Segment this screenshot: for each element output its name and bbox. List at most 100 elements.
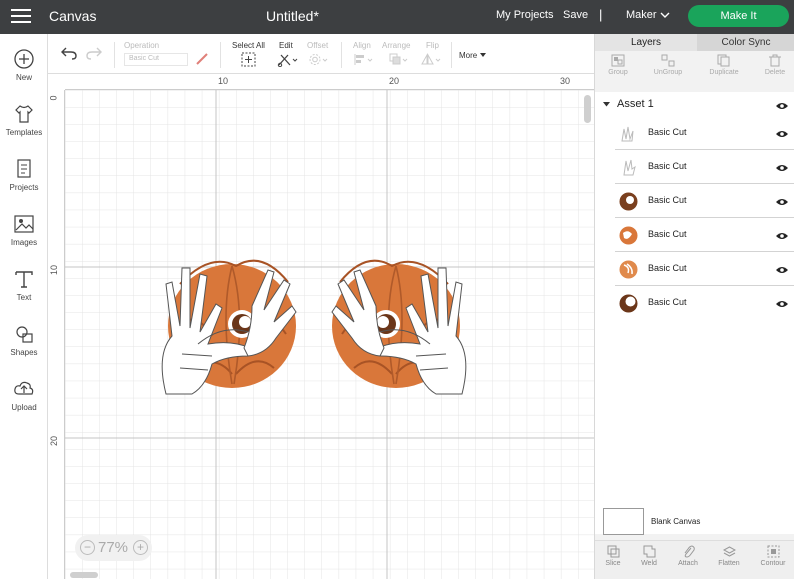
caret-down-icon[interactable] [603, 102, 610, 107]
ungroup-label: UnGroup [653, 69, 683, 76]
sidebar-item-text[interactable]: Text [0, 268, 48, 302]
sidebar-item-projects[interactable]: Projects [0, 158, 48, 192]
document-title[interactable]: Untitled* [266, 8, 319, 24]
caret-down-icon[interactable] [480, 53, 486, 58]
make-it-button[interactable]: Make It [688, 5, 789, 27]
offset-icon[interactable] [308, 52, 330, 67]
sidebar-label-text: Text [16, 293, 32, 302]
duplicate-icon [717, 54, 730, 67]
ruler-mark: 0 [48, 95, 59, 101]
blank-canvas-thumbnail [603, 508, 644, 535]
undo-icon[interactable] [61, 46, 77, 60]
ruler-mark: 10 [218, 76, 229, 86]
slice-button[interactable]: Slice [595, 545, 631, 567]
more-menu[interactable]: More [459, 51, 477, 60]
asset-name: Asset 1 [617, 98, 654, 110]
toolbar-divider [451, 42, 452, 68]
paperclip-icon [684, 545, 695, 558]
edit-label: Edit [279, 41, 293, 50]
sidebar-item-new[interactable]: New [0, 48, 48, 82]
sidebar-item-images[interactable]: Images [0, 213, 48, 247]
app-title: Canvas [49, 8, 97, 24]
weld-button[interactable]: Weld [631, 545, 667, 567]
eye-icon[interactable] [776, 300, 788, 308]
duplicate-button[interactable]: Duplicate [704, 54, 744, 76]
sidebar-item-shapes[interactable]: Shapes [0, 323, 48, 357]
eye-icon[interactable] [776, 102, 788, 110]
ruler-mark: 20 [49, 435, 60, 447]
layers-panel: Layers Color Sync Group UnGroup Duplicat… [594, 34, 794, 579]
ungroup-button[interactable]: UnGroup [648, 54, 688, 76]
duplicate-label: Duplicate [709, 69, 739, 76]
my-projects-link[interactable]: My Projects [496, 9, 553, 21]
flatten-button[interactable]: Flatten [711, 545, 747, 567]
layers-list: Asset 1 Basic Cut Basic Cut Basic Cut Ba… [595, 92, 794, 534]
contour-label: Contour [760, 560, 786, 567]
contour-icon [767, 545, 779, 558]
arrange-label: Arrange [382, 41, 411, 50]
chevron-down-icon[interactable] [660, 12, 670, 19]
zoom-out-button[interactable]: − [80, 540, 95, 555]
flip-icon[interactable] [421, 52, 443, 67]
projects-icon [17, 159, 31, 178]
align-icon[interactable] [353, 52, 375, 67]
topbar-separator: | [599, 7, 603, 22]
sidebar-label-shapes: Shapes [10, 348, 38, 357]
linetype-color-icon[interactable] [195, 52, 209, 66]
eye-icon[interactable] [776, 130, 788, 138]
layer-row[interactable]: Basic Cut [615, 219, 794, 252]
eye-icon[interactable] [776, 232, 788, 240]
attach-button[interactable]: Attach [670, 545, 706, 567]
layer-thumbnail [619, 260, 638, 279]
select-all-label: Select All [232, 41, 265, 50]
sidebar-item-upload[interactable]: Upload [0, 378, 48, 412]
shirt-icon [15, 105, 33, 123]
pumpkin-skeleton-hands-left[interactable] [152, 244, 302, 396]
select-all-icon[interactable] [241, 52, 256, 67]
layer-row[interactable]: Basic Cut [615, 287, 794, 320]
save-button[interactable]: Save [563, 9, 588, 21]
tab-color-sync[interactable]: Color Sync [697, 34, 794, 51]
layer-thumbnail [619, 192, 638, 211]
delete-label: Delete [764, 69, 786, 76]
edit-scissors-icon[interactable] [277, 52, 299, 67]
group-button[interactable]: Group [598, 54, 638, 76]
offset-label: Offset [307, 41, 329, 50]
horizontal-scrollbar[interactable] [70, 572, 98, 578]
delete-button[interactable]: Delete [755, 54, 794, 76]
vertical-scrollbar[interactable] [584, 95, 591, 123]
eye-icon[interactable] [776, 164, 788, 172]
flip-label: Flip [426, 41, 439, 50]
zoom-level: 77% [98, 539, 129, 556]
design-canvas[interactable] [48, 74, 594, 579]
eye-icon[interactable] [776, 198, 788, 206]
pumpkin-skeleton-hands-right[interactable] [326, 244, 476, 396]
zoom-control: − 77% + [75, 535, 152, 561]
ungroup-icon [661, 54, 675, 67]
ruler-horizontal: 10 20 30 [65, 74, 594, 90]
operation-select[interactable]: Basic Cut [124, 53, 188, 66]
layer-row[interactable]: Basic Cut [615, 117, 794, 150]
top-bar: Canvas Untitled* My Projects Save | Make… [0, 0, 794, 34]
zoom-in-button[interactable]: + [133, 540, 148, 555]
toolbar-divider [114, 42, 115, 68]
ruler-mark: 10 [49, 264, 60, 276]
asset-group-row[interactable]: Asset 1 [595, 95, 794, 115]
tab-layers[interactable]: Layers [595, 34, 697, 51]
layer-row[interactable]: Basic Cut [615, 151, 794, 184]
layer-row[interactable]: Basic Cut [615, 253, 794, 286]
eye-icon[interactable] [776, 266, 788, 274]
sidebar-label-projects: Projects [9, 183, 39, 192]
arrange-icon[interactable] [388, 52, 410, 67]
sidebar-item-templates[interactable]: Templates [0, 103, 48, 137]
slice-label: Slice [605, 560, 621, 567]
redo-icon[interactable] [86, 46, 102, 60]
crescent-moon-icon [239, 316, 251, 328]
sidebar-label-templates: Templates [5, 128, 43, 137]
contour-button[interactable]: Contour [755, 545, 791, 567]
layer-row[interactable]: Basic Cut [615, 185, 794, 218]
blank-canvas-row[interactable]: Blank Canvas [595, 498, 794, 540]
machine-selector[interactable]: Maker [626, 9, 657, 21]
hamburger-menu-icon[interactable] [11, 9, 31, 25]
attach-label: Attach [678, 560, 698, 567]
